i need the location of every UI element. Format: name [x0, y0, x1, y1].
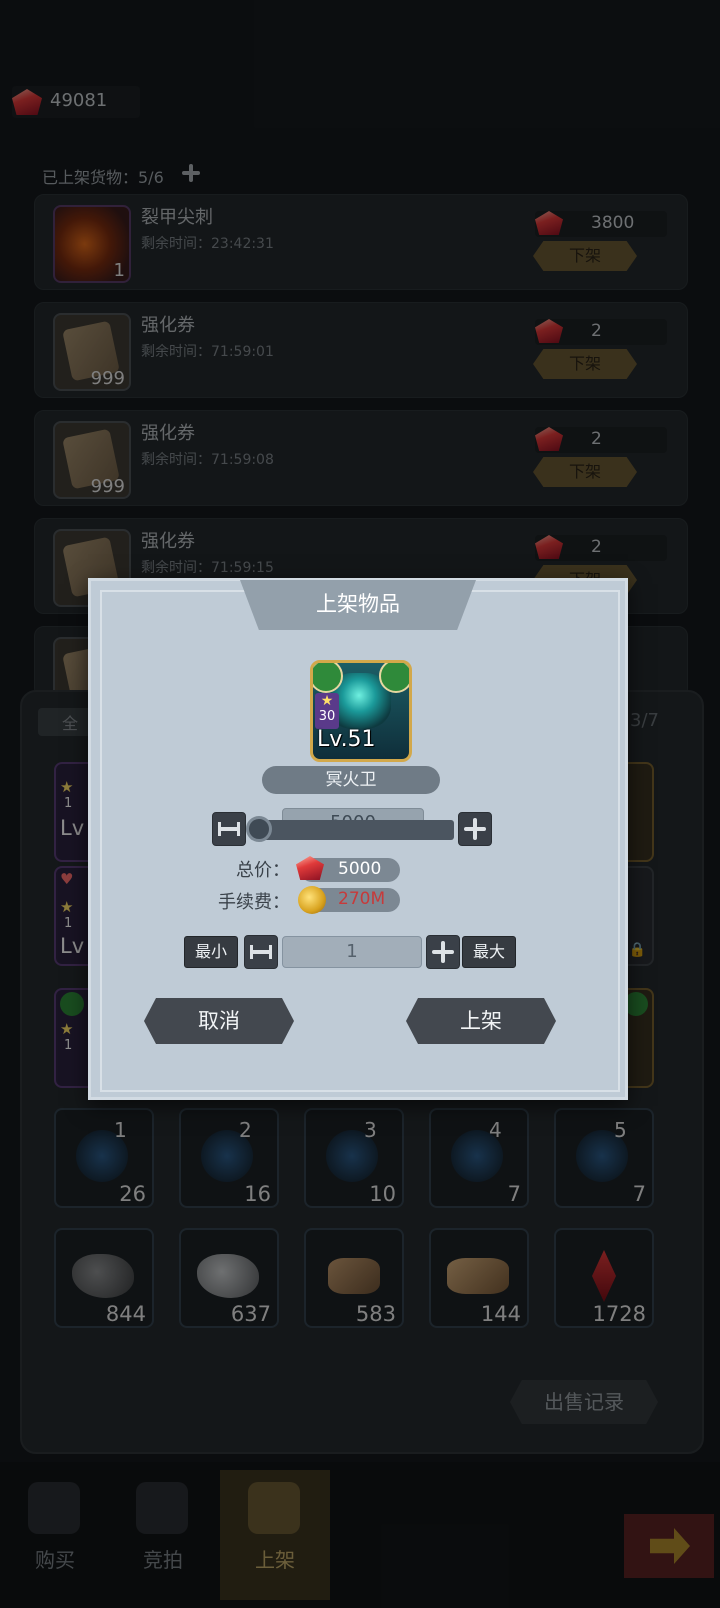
hero-name-plate: 冥火卫 — [262, 766, 440, 794]
fee-value: 270M — [338, 889, 386, 909]
max-label: 最大 — [472, 942, 505, 961]
cancel-button[interactable]: 取消 — [144, 998, 294, 1044]
confirm-list-label: 上架 — [460, 1009, 502, 1033]
price-decrease-button[interactable] — [212, 812, 246, 846]
hero-name: 冥火卫 — [325, 770, 377, 790]
quantity-increase-button[interactable] — [426, 935, 460, 969]
quantity-decrease-button[interactable] — [244, 935, 278, 969]
price-slider[interactable] — [246, 816, 454, 842]
quantity-value: 1 — [346, 941, 358, 962]
cancel-button-label: 取消 — [198, 1009, 240, 1033]
price-increase-button[interactable] — [458, 812, 492, 846]
dialog-title-banner: 上架物品 — [240, 580, 476, 630]
hero-star-badge: ★ 30 — [315, 693, 339, 729]
min-quantity-button[interactable]: 最小 — [184, 936, 238, 968]
hero-portrait: ★ 30 Lv.51 — [310, 660, 412, 762]
star-icon: ★ — [320, 693, 334, 709]
total-price-value: 5000 — [338, 859, 382, 879]
hero-level: Lv.51 — [317, 727, 376, 752]
price-slider-knob[interactable] — [246, 816, 272, 842]
quantity-field[interactable]: 1 — [282, 936, 422, 968]
fee-amount: 270M — [298, 886, 400, 914]
max-quantity-button[interactable]: 最大 — [462, 936, 516, 968]
class-badge-icon — [379, 663, 409, 693]
total-price: 5000 — [296, 856, 400, 882]
gold-coin-icon — [298, 886, 326, 914]
dialog-title: 上架物品 — [316, 592, 400, 616]
list-item-dialog: 上架物品 ★ 30 Lv.51 冥火卫 5000 总价： 5000 手续费： 2… — [88, 578, 628, 1100]
confirm-list-button[interactable]: 上架 — [406, 998, 556, 1044]
fee-label: 手续费： — [218, 892, 290, 913]
total-price-label: 总价： — [236, 860, 290, 881]
hero-star-count: 30 — [318, 709, 336, 724]
min-label: 最小 — [194, 942, 227, 961]
